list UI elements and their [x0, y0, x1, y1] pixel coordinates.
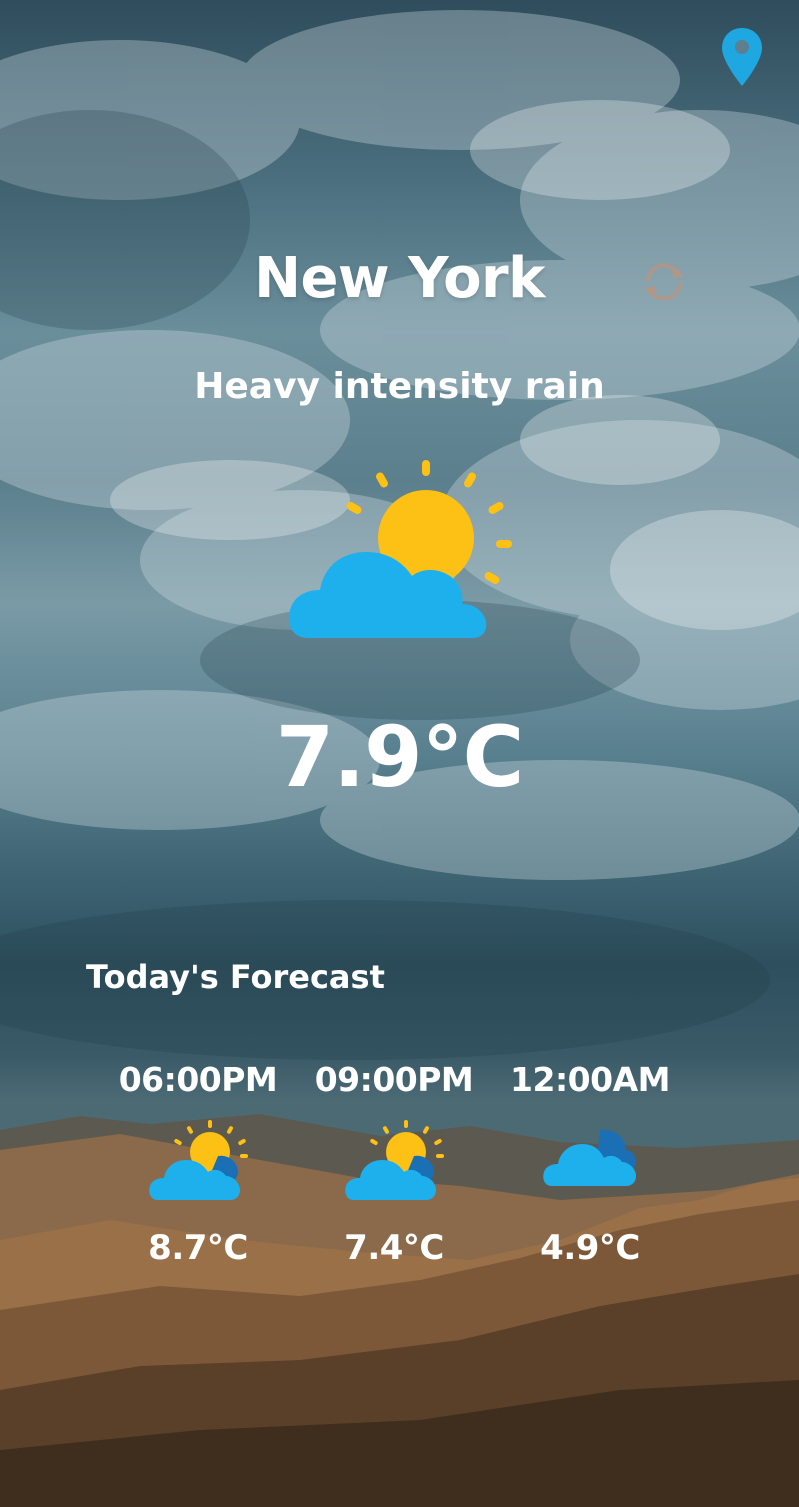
forecast-temperature: 7.4°C: [344, 1228, 444, 1268]
current-temperature: 7.9°C: [275, 708, 524, 806]
forecast-item: 12:00AM 4.9°C: [500, 1058, 680, 1268]
forecast-temperature: 8.7°C: [148, 1228, 248, 1268]
city-name: New York: [254, 246, 545, 311]
partly-cloudy-icon: [345, 1120, 444, 1200]
forecast-time: 12:00AM: [510, 1060, 670, 1099]
forecast-item: 06:00PM 8.7°C: [108, 1058, 288, 1268]
forecast-item: 09:00PM 7.4°C: [304, 1058, 484, 1268]
forecast-title: Today's Forecast: [86, 958, 385, 996]
partly-cloudy-icon: [288, 460, 512, 638]
forecast-time: 09:00PM: [314, 1060, 474, 1099]
forecast-temperature: 4.9°C: [540, 1228, 640, 1268]
partly-cloudy-icon: [149, 1120, 248, 1200]
location-pin-icon[interactable]: [720, 26, 764, 88]
weather-description: Heavy intensity rain: [194, 366, 605, 407]
cloudy-icon: [543, 1129, 636, 1186]
forecast-time: 06:00PM: [118, 1060, 278, 1099]
weather-screen: New York Heavy intensity rain 7.9°C Toda…: [0, 0, 799, 1507]
